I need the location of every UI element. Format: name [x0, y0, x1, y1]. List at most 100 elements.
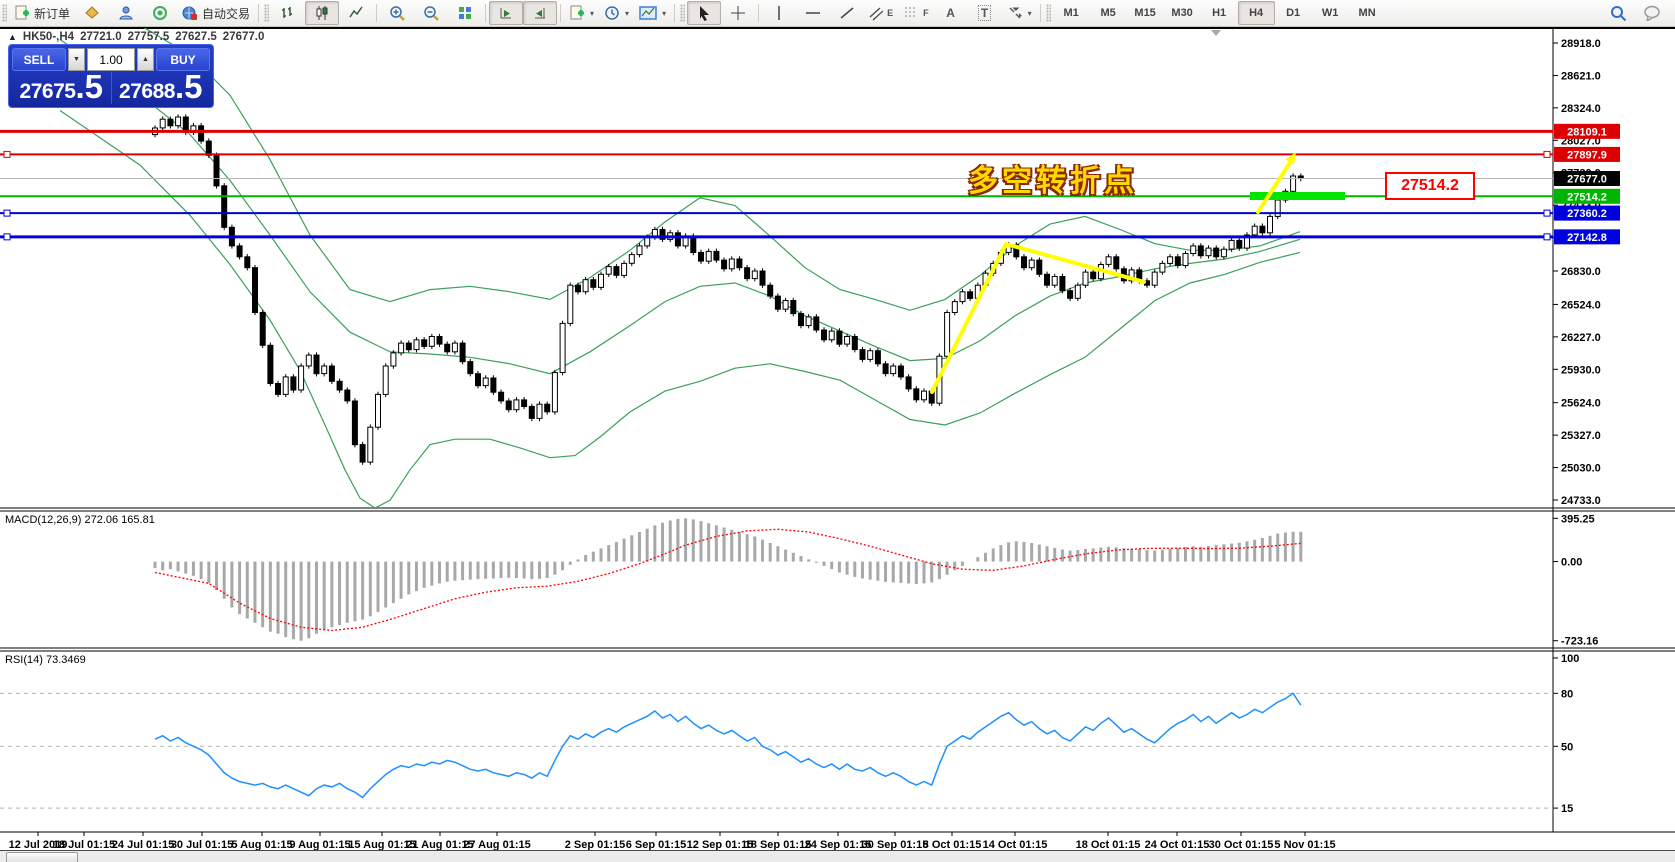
timeframe-m30[interactable]: M30 — [1164, 1, 1201, 25]
channel-tool[interactable]: E — [864, 1, 898, 25]
timeframe-m5[interactable]: M5 — [1090, 1, 1127, 25]
candlestick-icon — [314, 5, 330, 21]
new-order-label: 新订单 — [34, 5, 70, 22]
timeframe-group: M1M5M15M30H1H4D1W1MN — [1053, 1, 1386, 25]
crosshair-icon — [730, 5, 746, 21]
channel-letter: E — [887, 8, 893, 18]
timeframe-mn[interactable]: MN — [1349, 1, 1386, 25]
zoom-out-icon — [423, 5, 439, 21]
metaeditor-icon — [118, 5, 134, 21]
cursor-tool-button[interactable] — [687, 1, 721, 25]
volume-increase-button[interactable]: ▲ — [137, 48, 154, 71]
text-label-letter: T — [978, 5, 991, 21]
vertical-line-tool[interactable] — [762, 1, 796, 25]
profiles-button[interactable] — [75, 1, 109, 25]
trendline-icon — [839, 5, 855, 21]
tile-windows-button[interactable] — [448, 1, 482, 25]
add-indicator-button[interactable]: ▾ — [564, 1, 599, 25]
zoom-in-button[interactable] — [380, 1, 414, 25]
fibonacci-letter: F — [923, 8, 929, 18]
toolbar-grip — [2, 4, 7, 22]
trendline-tool[interactable] — [830, 1, 864, 25]
mt4-terminal: 新订单 自动交易 — [0, 0, 1675, 862]
add-indicator-icon — [569, 5, 585, 21]
close-value: 27677.0 — [223, 31, 265, 43]
main-toolbar: 新订单 自动交易 — [0, 0, 1675, 27]
chat-icon — [1643, 5, 1661, 21]
horizontal-line-icon — [805, 5, 821, 21]
cursor-icon — [697, 5, 711, 21]
sell-button[interactable]: SELL — [12, 48, 66, 71]
line-chart-button[interactable] — [339, 1, 373, 25]
autotrading-button[interactable]: 自动交易 — [177, 1, 255, 25]
chart-tab[interactable] — [6, 852, 78, 862]
vertical-line-icon — [774, 5, 784, 21]
text-tool[interactable]: A — [934, 1, 968, 25]
sell-price-big: .5 — [75, 72, 103, 102]
arrows-caret: ▾ — [1028, 9, 1032, 18]
templates-caret: ▾ — [662, 9, 666, 18]
clock-icon — [604, 5, 620, 21]
new-order-icon — [14, 5, 30, 21]
signals-icon — [152, 5, 168, 21]
add-indicator-caret: ▾ — [590, 9, 594, 18]
metaeditor-button[interactable] — [109, 1, 143, 25]
sell-price[interactable]: 27675 .5 — [12, 72, 112, 104]
text-tool-letter: A — [946, 6, 955, 20]
price-callout-box[interactable]: 27514.2 — [1385, 172, 1475, 200]
timeframe-d1[interactable]: D1 — [1275, 1, 1312, 25]
buy-price-main: 27688 — [119, 80, 175, 104]
timeframe-m15[interactable]: M15 — [1127, 1, 1164, 25]
open-value: 27721.0 — [80, 31, 122, 43]
macd-indicator-label: MACD(12,26,9) 272.06 165.81 — [5, 514, 155, 526]
search-icon — [1610, 5, 1627, 22]
fibonacci-icon — [903, 5, 919, 21]
chart-shift-icon — [532, 5, 548, 21]
sell-price-main: 27675 — [20, 80, 76, 104]
periods-button[interactable]: ▾ — [599, 1, 634, 25]
ohlc-header: ▲ HK50-,H4 27721.0 27757.5 27627.5 27677… — [8, 31, 264, 43]
symbol-period-label: HK50-,H4 — [23, 31, 74, 43]
zoom-in-icon — [389, 5, 405, 21]
candlestick-button[interactable] — [305, 1, 339, 25]
timeframe-m1[interactable]: M1 — [1053, 1, 1090, 25]
chart-tab-bar — [0, 850, 1675, 862]
chart-annotation-text[interactable]: 多空转折点 — [968, 156, 1138, 200]
templates-button[interactable]: ▾ — [634, 1, 671, 25]
timeframe-h1[interactable]: H1 — [1201, 1, 1238, 25]
arrows-tool[interactable]: ▾ — [1002, 1, 1037, 25]
search-button[interactable] — [1601, 1, 1635, 25]
zoom-out-button[interactable] — [414, 1, 448, 25]
line-chart-icon — [348, 5, 364, 21]
buy-price-big: .5 — [175, 72, 203, 102]
periods-caret: ▾ — [625, 9, 629, 18]
profiles-icon — [84, 5, 100, 21]
horizontal-line-tool[interactable] — [796, 1, 830, 25]
chart-shift-button[interactable] — [523, 1, 557, 25]
high-value: 27757.5 — [128, 31, 170, 43]
one-click-trading-panel: SELL ▼ 1.00 ▲ BUY 27675 .5 27688 .5 — [8, 44, 214, 108]
auto-scroll-icon — [498, 5, 514, 21]
crosshair-tool-button[interactable] — [721, 1, 755, 25]
buy-price[interactable]: 27688 .5 — [112, 72, 211, 104]
fibonacci-tool[interactable]: F — [898, 1, 934, 25]
timeframe-h4[interactable]: H4 — [1238, 1, 1275, 25]
panel-collapse-icon[interactable]: ▲ — [8, 32, 17, 42]
bar-chart-button[interactable] — [271, 1, 305, 25]
auto-scroll-button[interactable] — [489, 1, 523, 25]
autotrading-icon — [182, 5, 198, 21]
chart-window — [0, 27, 1675, 852]
chat-button[interactable] — [1635, 1, 1669, 25]
arrows-icon — [1007, 5, 1023, 21]
timeframe-w1[interactable]: W1 — [1312, 1, 1349, 25]
new-order-button[interactable]: 新订单 — [9, 1, 75, 25]
bar-chart-icon — [280, 5, 296, 21]
templates-icon — [639, 5, 657, 21]
signals-button[interactable] — [143, 1, 177, 25]
channel-icon — [869, 5, 883, 21]
tile-windows-icon — [457, 5, 473, 21]
autotrading-label: 自动交易 — [202, 5, 250, 22]
text-label-tool[interactable]: T — [968, 1, 1002, 25]
rsi-indicator-label: RSI(14) 73.3469 — [5, 654, 86, 666]
low-value: 27627.5 — [175, 31, 217, 43]
